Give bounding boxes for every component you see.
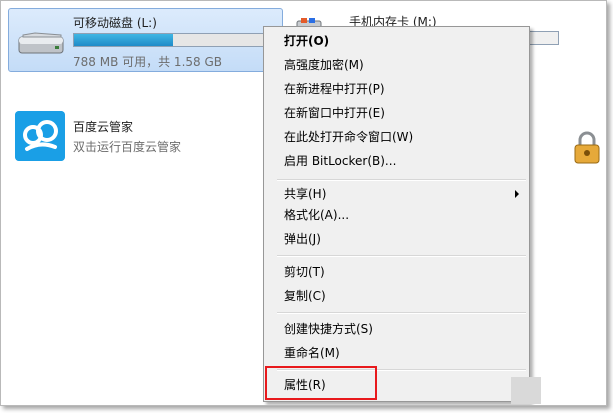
baidu-name: 百度云管家 (73, 120, 134, 134)
drive-name: 可移动磁盘 (L:) (73, 16, 157, 30)
drive-space-fill (74, 34, 173, 46)
drive-space-bar (73, 33, 273, 47)
gray-square (511, 377, 541, 404)
highlight-box (265, 366, 377, 400)
menu-gutter (264, 27, 271, 401)
context-menu: 打开(O) 高强度加密(M) 在新进程中打开(P) 在新窗口中打开(E) 在此处… (263, 26, 530, 402)
menu-eject[interactable]: 弹出(J) (284, 228, 321, 250)
menu-create-shortcut[interactable]: 创建快捷方式(S) (284, 318, 373, 340)
menu-separator (277, 255, 526, 257)
menu-open-new-process[interactable]: 在新进程中打开(P) (284, 78, 385, 100)
menu-separator (277, 312, 526, 314)
menu-rename[interactable]: 重命名(M) (284, 342, 340, 364)
menu-format[interactable]: 格式化(A)... (284, 204, 349, 226)
menu-separator (277, 179, 526, 181)
lock-drive-icon (574, 131, 600, 164)
menu-bitlocker[interactable]: 启用 BitLocker(B)... (284, 150, 396, 172)
menu-copy[interactable]: 复制(C) (284, 285, 326, 307)
menu-open-new-window[interactable]: 在新窗口中打开(E) (284, 102, 385, 124)
submenu-arrow-icon (515, 190, 519, 198)
explorer-window: 可移动磁盘 (L:) 788 MB 可用，共 1.58 GB 手机内存卡 (M:… (0, 0, 607, 406)
drive-space-text: 788 MB 可用，共 1.58 GB (73, 55, 222, 69)
removable-drive-tile[interactable]: 可移动磁盘 (L:) 788 MB 可用，共 1.58 GB (8, 8, 283, 72)
usb-drive-icon (18, 32, 64, 54)
menu-encrypt[interactable]: 高强度加密(M) (284, 54, 364, 76)
baidu-description: 双击运行百度云管家 (73, 140, 182, 154)
menu-open-cmd[interactable]: 在此处打开命令窗口(W) (284, 126, 413, 148)
baidu-cloud-icon (15, 111, 65, 161)
menu-share[interactable]: 共享(H) (284, 183, 326, 205)
menu-open[interactable]: 打开(O) (284, 30, 329, 52)
menu-cut[interactable]: 剪切(T) (284, 261, 325, 283)
